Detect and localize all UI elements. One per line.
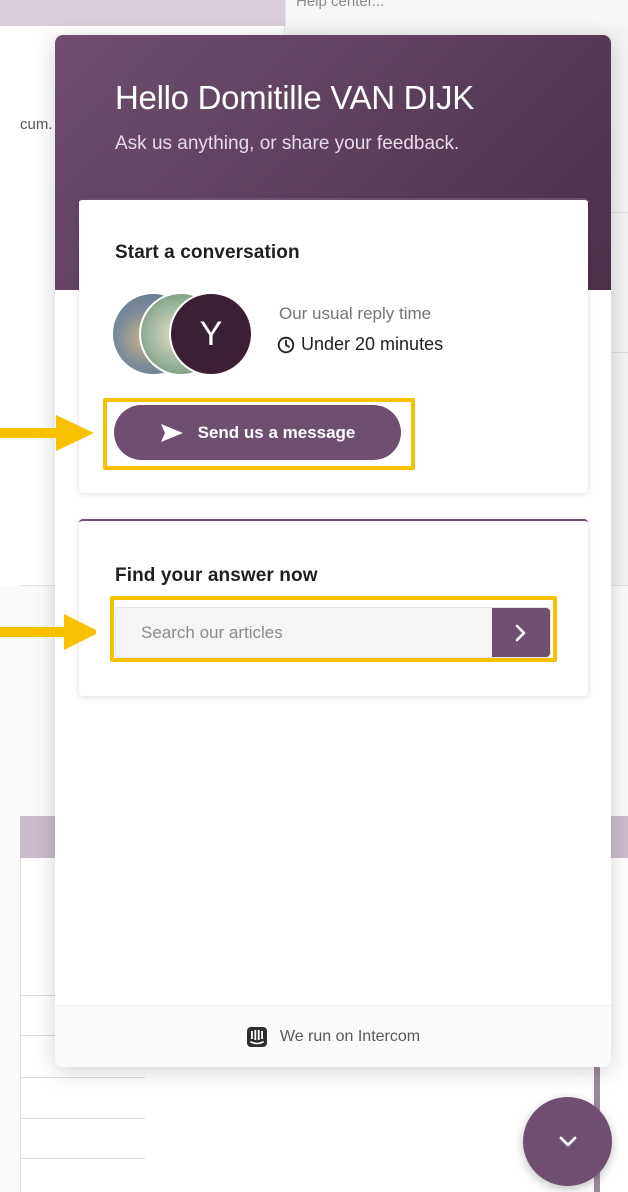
team-avatars: Y <box>111 292 261 378</box>
highlight-box-search <box>110 596 557 662</box>
greeting-title: Hello Domitille VAN DIJK <box>115 79 474 116</box>
arrow-annotation-icon <box>0 415 94 451</box>
divider <box>20 1118 145 1119</box>
footer-text: We run on Intercom <box>279 1027 421 1045</box>
background-topbar <box>0 0 285 26</box>
help-center-link[interactable]: Help center... <box>296 0 384 10</box>
greeting-subtitle: Ask us anything, or share your feedback. <box>115 133 460 154</box>
divider <box>20 1158 145 1159</box>
messenger-panel: Hello Domitille VAN DIJK Ask us anything… <box>55 35 611 1067</box>
conversation-card-title: Start a conversation <box>115 242 300 263</box>
chevron-down-icon <box>559 1136 576 1146</box>
intercom-logo-icon <box>246 1026 267 1047</box>
reply-time-value: Under 20 minutes <box>301 334 444 354</box>
reply-time-label: Our usual reply time <box>279 304 432 323</box>
background-text-snippet: cum. <box>20 116 53 133</box>
reply-time: Under 20 minutes <box>277 334 443 355</box>
messenger-launcher-button[interactable] <box>523 1097 612 1186</box>
arrow-annotation-icon <box>0 614 96 650</box>
avatar: Y <box>169 292 253 376</box>
highlight-box-send <box>103 398 415 470</box>
messenger-footer[interactable]: We run on Intercom <box>55 1005 611 1067</box>
clock-icon <box>277 336 295 353</box>
search-card-title: Find your answer now <box>115 565 318 586</box>
divider <box>20 1077 145 1078</box>
